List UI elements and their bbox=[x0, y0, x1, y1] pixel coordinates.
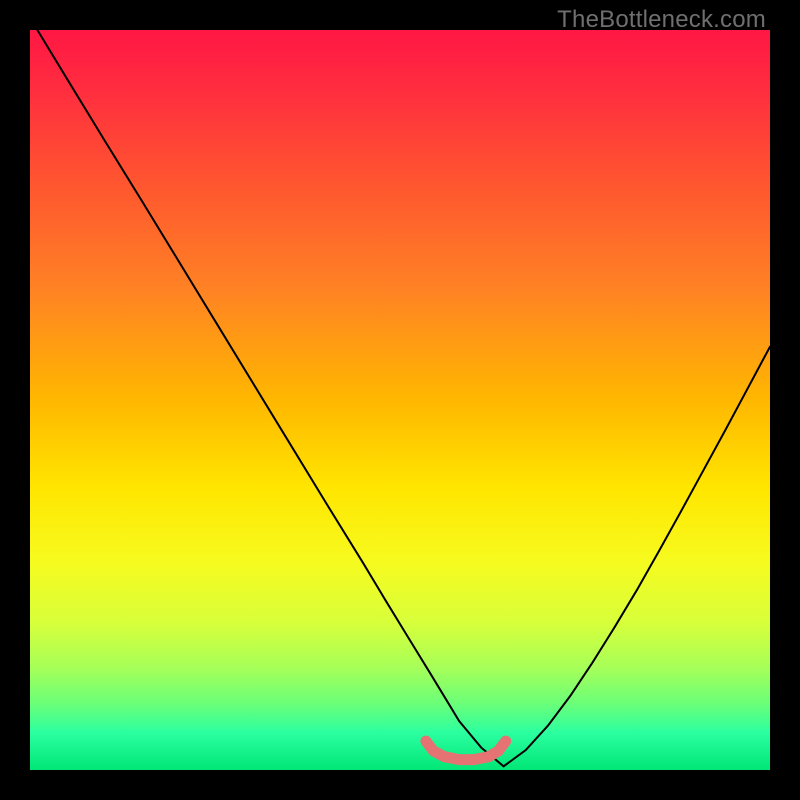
curve-left-branch bbox=[37, 30, 503, 766]
highlight-segment bbox=[426, 741, 506, 760]
chart-frame: TheBottleneck.com bbox=[0, 0, 800, 800]
curve-right-branch bbox=[504, 347, 770, 767]
watermark-text: TheBottleneck.com bbox=[557, 6, 766, 34]
curve-layer bbox=[30, 30, 770, 770]
plot-area bbox=[30, 30, 770, 770]
